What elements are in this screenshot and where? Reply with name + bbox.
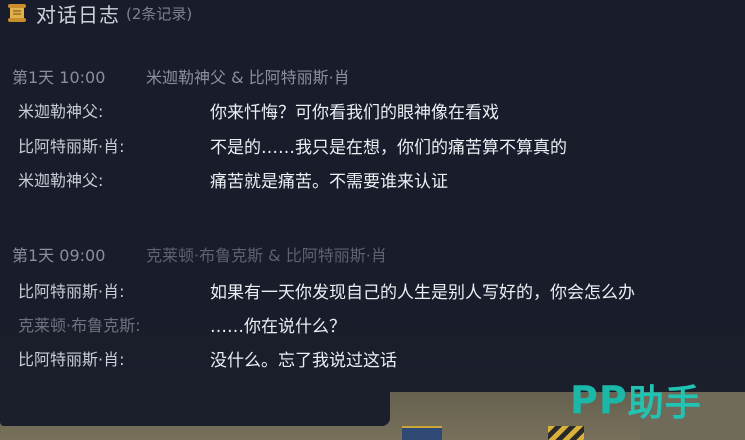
speaker-name: 比阿特丽斯·肖: <box>18 350 125 369</box>
entry-header: 第1天 09:00 克莱顿·布鲁克斯 & 比阿特丽斯·肖 <box>12 242 387 266</box>
speech-text: 没什么。忘了我说过这话 <box>210 350 397 371</box>
watermark-cn: 助手 <box>627 383 702 424</box>
dialogue-line: 比阿特丽斯·肖: 如果有一天你发现自己的人生是别人写好的，你会怎么办 <box>18 278 635 303</box>
blue-bin <box>402 426 442 440</box>
speaker-name: 米迦勒神父: <box>18 102 104 121</box>
speech-text: 不是的……我只是在想，你们的痛苦算不算真的 <box>210 137 567 158</box>
dialogue-line: 克莱顿·布鲁克斯: ……你在说什么？ <box>18 312 346 337</box>
entry-participants: 克莱顿·布鲁克斯 & 比阿特丽斯·肖 <box>146 246 387 265</box>
watermark-latin: PP <box>570 378 628 422</box>
entry-participants: 米迦勒神父 & 比阿特丽斯·肖 <box>146 68 350 87</box>
record-count: (2条记录) <box>126 4 193 23</box>
entry-time: 第1天 10:00 <box>12 68 106 87</box>
speech-text: ……你在说什么？ <box>210 316 346 337</box>
dialogue-line: 比阿特丽斯·肖: 没什么。忘了我说过这话 <box>18 346 397 371</box>
speaker-name: 比阿特丽斯·肖: <box>18 282 125 301</box>
speech-text: 你来忏悔？可你看我们的眼神像在看戏 <box>210 102 499 123</box>
dialogue-line: 比阿特丽斯·肖: 不是的……我只是在想，你们的痛苦算不算真的 <box>18 133 567 158</box>
dialogue-line: 米迦勒神父: 你来忏悔？可你看我们的眼神像在看戏 <box>18 98 499 123</box>
log-title: 对话日志 <box>36 2 120 27</box>
dialogue-line: 米迦勒神父: 痛苦就是痛苦。不需要谁来认证 <box>18 167 448 192</box>
speaker-name: 克莱顿·布鲁克斯: <box>18 316 141 335</box>
speech-text: 如果有一天你发现自己的人生是别人写好的，你会怎么办 <box>210 282 635 303</box>
speaker-name: 米迦勒神父: <box>18 171 104 190</box>
speaker-name: 比阿特丽斯·肖: <box>18 137 125 156</box>
dialogue-log-panel-footer <box>0 392 390 426</box>
caution-stripe <box>548 426 584 440</box>
log-header: 对话日志 (2条记录) <box>6 0 193 27</box>
entry-header: 第1天 10:00 米迦勒神父 & 比阿特丽斯·肖 <box>12 64 350 88</box>
entry-time: 第1天 09:00 <box>12 246 106 265</box>
speech-text: 痛苦就是痛苦。不需要谁来认证 <box>210 171 448 192</box>
pp-assistant-watermark: PP 助手 <box>570 378 702 424</box>
scroll-icon <box>6 2 28 24</box>
